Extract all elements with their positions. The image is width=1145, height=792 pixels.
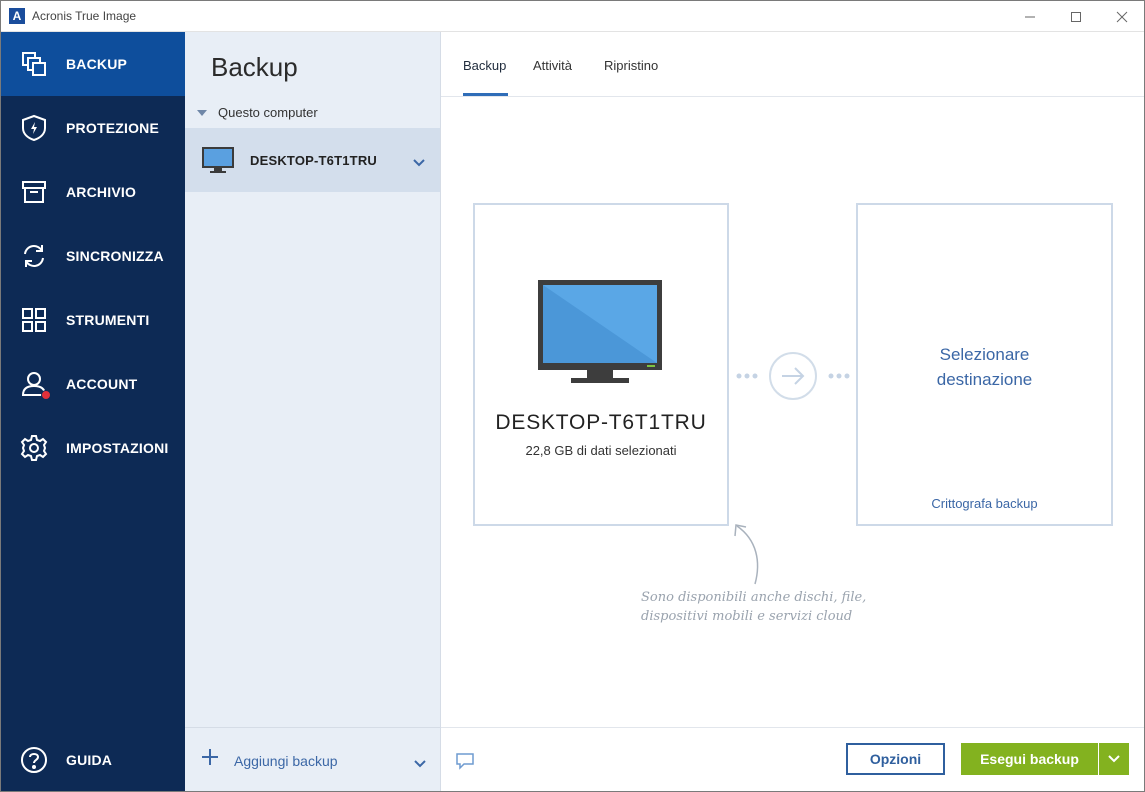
dest-title-line2: destinazione <box>936 370 1033 389</box>
encrypt-backup-link[interactable]: Crittografa backup <box>858 496 1111 511</box>
source-card[interactable]: DESKTOP-T6T1TRU 22,8 GB di dati selezion… <box>473 203 729 526</box>
add-backup-bar: Aggiungi backup <box>185 727 440 791</box>
shield-icon <box>20 114 48 142</box>
backup-list-item[interactable]: DESKTOP-T6T1TRU <box>185 128 440 192</box>
tab-recovery[interactable]: Ripristino <box>604 58 658 73</box>
action-bar: Opzioni Esegui backup <box>441 727 1144 791</box>
nav-label-sync: SINCRONIZZA <box>66 248 164 264</box>
nav-item-sync[interactable]: SINCRONIZZA <box>1 224 185 288</box>
section-header-this-computer[interactable]: Questo computer <box>197 105 318 120</box>
chat-bubble-icon[interactable] <box>455 752 475 775</box>
backup-item-name: DESKTOP-T6T1TRU <box>250 153 377 168</box>
nav-label-settings: IMPOSTAZIONI <box>66 440 169 456</box>
maximize-button[interactable] <box>1053 1 1099 32</box>
app-window: A Acronis True Image BACKUP PROTEZIONE A… <box>0 0 1145 792</box>
close-button[interactable] <box>1099 1 1144 32</box>
flow-connector <box>735 350 851 407</box>
hint-line2: dispositivi mobili e servizi cloud <box>641 609 853 624</box>
nav-label-archive: ARCHIVIO <box>66 184 137 200</box>
source-name: DESKTOP-T6T1TRU <box>495 411 707 434</box>
help-question-icon <box>20 746 48 774</box>
archive-box-icon <box>20 178 48 206</box>
title-bar: A Acronis True Image <box>1 1 1144 32</box>
nav-item-account[interactable]: ACCOUNT <box>1 352 185 416</box>
main-content: Backup Attività Ripristino DESKTOP-T6T1T… <box>441 32 1144 791</box>
window-title: Acronis True Image <box>32 9 137 23</box>
backup-copy-icon <box>20 50 48 78</box>
minimize-button[interactable] <box>1007 1 1053 32</box>
monitor-icon <box>537 279 663 390</box>
chevron-down-icon[interactable] <box>414 755 426 773</box>
collapse-triangle-icon <box>197 109 207 116</box>
nav-item-settings[interactable]: IMPOSTAZIONI <box>1 416 185 480</box>
dest-title-line1: Selezionare <box>939 345 1030 364</box>
destination-card[interactable]: Selezionare destinazione Crittografa bac… <box>856 203 1113 526</box>
panel-title: Backup <box>211 52 298 82</box>
minimize-icon <box>1025 16 1035 17</box>
close-icon <box>1116 11 1128 22</box>
chevron-down-icon[interactable] <box>413 154 425 172</box>
hint-line1: Sono disponibili anche dischi, file, <box>641 590 867 605</box>
run-backup-button[interactable]: Esegui backup <box>961 743 1098 775</box>
nav-item-help[interactable]: GUIDA <box>1 728 185 791</box>
gear-icon <box>20 434 48 462</box>
app-logo-icon: A <box>9 8 25 24</box>
nav-label-account: ACCOUNT <box>66 376 138 392</box>
nav-label-protection: PROTEZIONE <box>66 120 160 136</box>
tab-activity[interactable]: Attività <box>533 58 572 73</box>
sync-icon <box>20 242 48 270</box>
backup-list-panel: Backup Questo computer DESKTOP-T6T1TRU A… <box>185 32 441 791</box>
chevron-down-icon <box>1108 755 1120 763</box>
source-size: 22,8 GB di dati selezionati <box>525 443 677 458</box>
active-tab-indicator <box>463 93 508 96</box>
hint-text: Sono disponibili anche dischi, file, dis… <box>641 588 866 626</box>
computer-icon <box>201 146 235 179</box>
grid-tools-icon <box>20 306 48 334</box>
section-label: Questo computer <box>218 105 318 120</box>
maximize-icon <box>1071 11 1081 22</box>
add-backup-button[interactable]: Aggiungi backup <box>234 753 338 769</box>
main-nav: BACKUP PROTEZIONE ARCHIVIO SINCRONIZZA S… <box>1 32 185 791</box>
nav-item-protection[interactable]: PROTEZIONE <box>1 96 185 160</box>
nav-item-tools[interactable]: STRUMENTI <box>1 288 185 352</box>
nav-label-help: GUIDA <box>66 752 113 768</box>
run-backup-dropdown[interactable] <box>1099 743 1129 775</box>
select-destination-label[interactable]: Selezionare destinazione <box>858 342 1111 392</box>
hint-arrow-icon <box>731 522 765 591</box>
notification-badge <box>41 390 51 400</box>
nav-item-archive[interactable]: ARCHIVIO <box>1 160 185 224</box>
nav-label-backup: BACKUP <box>66 56 128 72</box>
tab-backup[interactable]: Backup <box>463 58 506 73</box>
options-button[interactable]: Opzioni <box>846 743 945 775</box>
tab-bar: Backup Attività Ripristino <box>441 32 1144 97</box>
plus-icon[interactable] <box>200 747 220 772</box>
nav-label-tools: STRUMENTI <box>66 312 150 328</box>
nav-item-backup[interactable]: BACKUP <box>1 32 185 96</box>
